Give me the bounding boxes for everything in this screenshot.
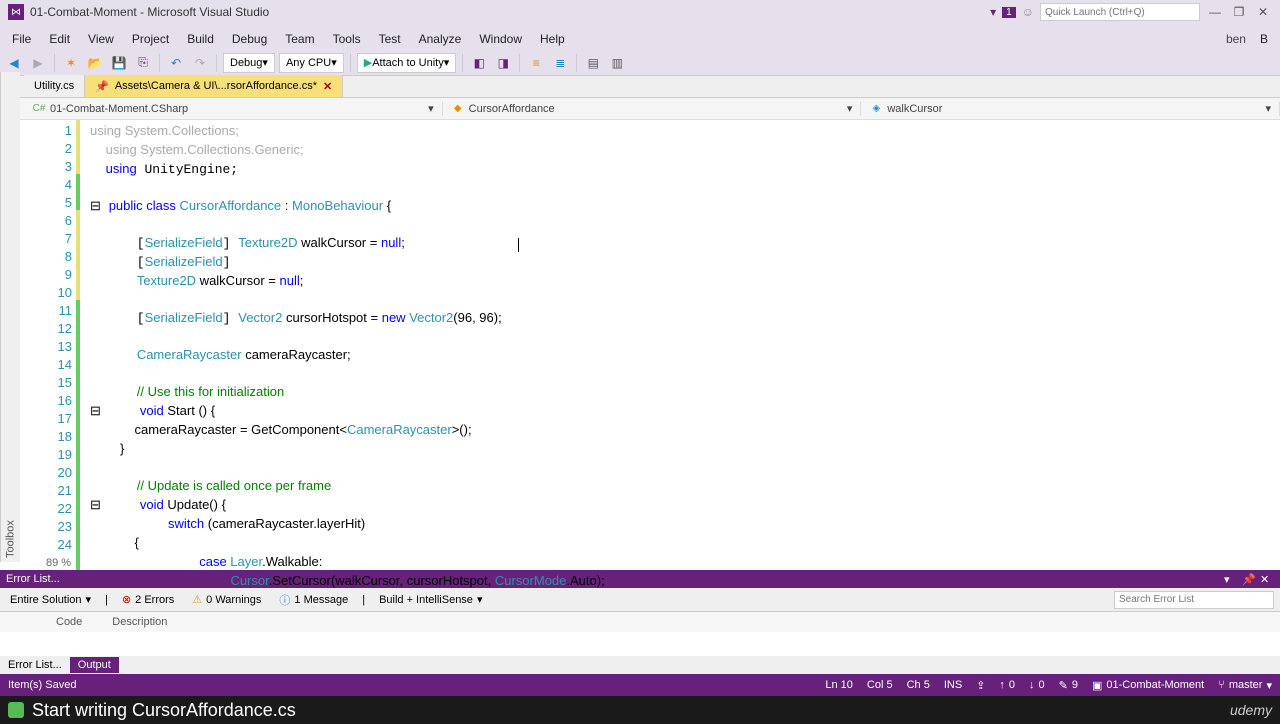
status-col: Col 5: [867, 679, 893, 691]
menu-build[interactable]: Build: [179, 30, 222, 48]
tab-close-icon[interactable]: ✕: [323, 80, 332, 93]
menu-project[interactable]: Project: [124, 30, 177, 48]
caption-marker-icon: [8, 702, 24, 718]
info-icon: ⓘ: [279, 592, 290, 608]
tool-icon-1[interactable]: ◧: [469, 53, 489, 73]
status-publish-icon[interactable]: ⇪: [976, 679, 985, 692]
nav-class-combo[interactable]: ◆ CursorAffordance▾: [443, 102, 862, 116]
uncomment-icon[interactable]: ▥: [607, 53, 627, 73]
status-up[interactable]: ↑ 0: [999, 679, 1015, 691]
zoom-level[interactable]: 89 %: [42, 557, 75, 569]
nav-back-icon[interactable]: ◀: [4, 53, 24, 73]
document-tabs: Utility.cs 📌 Assets\Camera & UI\...rsorA…: [0, 76, 1280, 98]
messages-filter[interactable]: ⓘ 1 Message: [275, 590, 352, 610]
menu-view[interactable]: View: [80, 30, 122, 48]
col-description[interactable]: Description: [112, 616, 167, 628]
menu-edit[interactable]: Edit: [41, 30, 78, 48]
window-title: 01-Combat-Moment - Microsoft Visual Stud…: [30, 5, 269, 19]
menu-debug[interactable]: Debug: [224, 30, 275, 48]
title-bar: ⋈ 01-Combat-Moment - Microsoft Visual St…: [0, 0, 1280, 24]
play-icon: ▶: [364, 56, 372, 69]
status-repo[interactable]: ▣ 01-Combat-Moment: [1092, 679, 1204, 692]
bottom-tabs: Error List... Output: [0, 656, 1280, 674]
field-icon: ◈: [869, 102, 883, 116]
panel-dropdown-icon[interactable]: ▾: [1224, 573, 1238, 585]
redo-icon[interactable]: ↷: [190, 53, 210, 73]
save-icon[interactable]: 💾: [109, 53, 129, 73]
undo-icon[interactable]: ↶: [166, 53, 186, 73]
scope-combo[interactable]: Entire Solution ▾: [6, 591, 95, 608]
nav-project-combo[interactable]: C# 01-Combat-Moment.CSharp▾: [24, 102, 443, 116]
panel-close-icon[interactable]: ✕: [1260, 573, 1274, 585]
toolbox-tab[interactable]: Toolbox: [0, 72, 20, 562]
close-icon[interactable]: ✕: [1254, 5, 1272, 19]
warnings-filter[interactable]: ⚠ 0 Warnings: [188, 591, 265, 608]
text-caret: [518, 238, 519, 252]
menu-test[interactable]: Test: [371, 30, 409, 48]
csharp-project-icon: C#: [32, 102, 46, 116]
status-line: Ln 10: [825, 679, 853, 691]
menu-bar: File Edit View Project Build Debug Team …: [0, 28, 1280, 50]
comment-icon[interactable]: ▤: [583, 53, 603, 73]
toolbar: ◀ ▶ ✶ 📂 💾 ⎘ ↶ ↷ Debug ▾ Any CPU ▾ ▶ Atta…: [0, 50, 1280, 76]
errors-filter[interactable]: ⊗ 2 Errors: [118, 591, 178, 608]
status-branch[interactable]: ⑂ master ▾: [1218, 679, 1272, 692]
menu-team[interactable]: Team: [277, 30, 322, 48]
vs-logo-icon: ⋈: [8, 4, 24, 20]
user-name[interactable]: ben: [1218, 30, 1250, 48]
code-editor[interactable]: 1234567891011121314151617181920212223242…: [20, 120, 1280, 570]
tab-error-list[interactable]: Error List...: [0, 657, 70, 673]
tab-utility[interactable]: Utility.cs: [24, 75, 85, 97]
udemy-logo: udemy: [1230, 702, 1272, 718]
config-combo[interactable]: Debug ▾: [223, 53, 275, 73]
panel-pin-icon[interactable]: 📌: [1242, 573, 1256, 585]
notifications-icon[interactable]: ▾: [990, 5, 996, 19]
tool-icon-2[interactable]: ◨: [493, 53, 513, 73]
error-list-columns: Code Description: [0, 612, 1280, 632]
caption-text: Start writing CursorAffordance.cs: [32, 700, 296, 721]
nav-member-combo[interactable]: ◈ walkCursor▾: [861, 102, 1280, 116]
menu-tools[interactable]: Tools: [325, 30, 369, 48]
error-list-toolbar: Entire Solution ▾ | ⊗ 2 Errors ⚠ 0 Warni…: [0, 588, 1280, 612]
error-icon: ⊗: [122, 593, 131, 606]
user-badge[interactable]: B: [1252, 30, 1276, 48]
menu-file[interactable]: File: [4, 30, 39, 48]
open-icon[interactable]: 📂: [85, 53, 105, 73]
nav-fwd-icon[interactable]: ▶: [28, 53, 48, 73]
menu-window[interactable]: Window: [471, 30, 530, 48]
status-down[interactable]: ↓ 0: [1029, 679, 1045, 691]
build-intellisense-combo[interactable]: Build + IntelliSense ▾: [375, 591, 486, 608]
tab-output[interactable]: Output: [70, 657, 119, 673]
error-list-body[interactable]: [0, 632, 1280, 656]
menu-analyze[interactable]: Analyze: [411, 30, 470, 48]
quick-launch-input[interactable]: [1040, 3, 1200, 21]
menu-help[interactable]: Help: [532, 30, 573, 48]
restore-icon[interactable]: ❐: [1230, 5, 1248, 19]
col-code[interactable]: Code: [56, 616, 82, 628]
class-icon: ◆: [451, 102, 465, 116]
new-project-icon[interactable]: ✶: [61, 53, 81, 73]
platform-combo[interactable]: Any CPU ▾: [279, 53, 344, 73]
status-bar: Item(s) Saved Ln 10 Col 5 Ch 5 INS ⇪ ↑ 0…: [0, 674, 1280, 696]
tool-icon-3[interactable]: ≡: [526, 53, 546, 73]
warning-icon: ⚠: [192, 593, 202, 606]
code-area[interactable]: using System.Collections; using System.C…: [90, 120, 1280, 570]
start-button[interactable]: ▶ Attach to Unity ▾: [357, 53, 457, 73]
status-saved: Item(s) Saved: [8, 679, 76, 691]
status-ins: INS: [944, 679, 962, 691]
tab-cursoraffordance[interactable]: 📌 Assets\Camera & UI\...rsorAffordance.c…: [85, 75, 343, 97]
feedback-icon[interactable]: ☺: [1022, 5, 1034, 19]
status-ch: Ch 5: [907, 679, 930, 691]
pin-icon[interactable]: 📌: [95, 80, 109, 93]
line-number-gutter: 1234567891011121314151617181920212223242…: [20, 120, 90, 570]
error-search-input[interactable]: [1114, 591, 1274, 609]
notifications-badge[interactable]: 1: [1002, 7, 1016, 18]
minimize-icon[interactable]: —: [1206, 5, 1224, 19]
save-all-icon[interactable]: ⎘: [133, 53, 153, 73]
status-changes[interactable]: ✎ 9: [1059, 679, 1078, 692]
nav-bar: C# 01-Combat-Moment.CSharp▾ ◆ CursorAffo…: [0, 98, 1280, 120]
tool-icon-4[interactable]: ≣: [550, 53, 570, 73]
